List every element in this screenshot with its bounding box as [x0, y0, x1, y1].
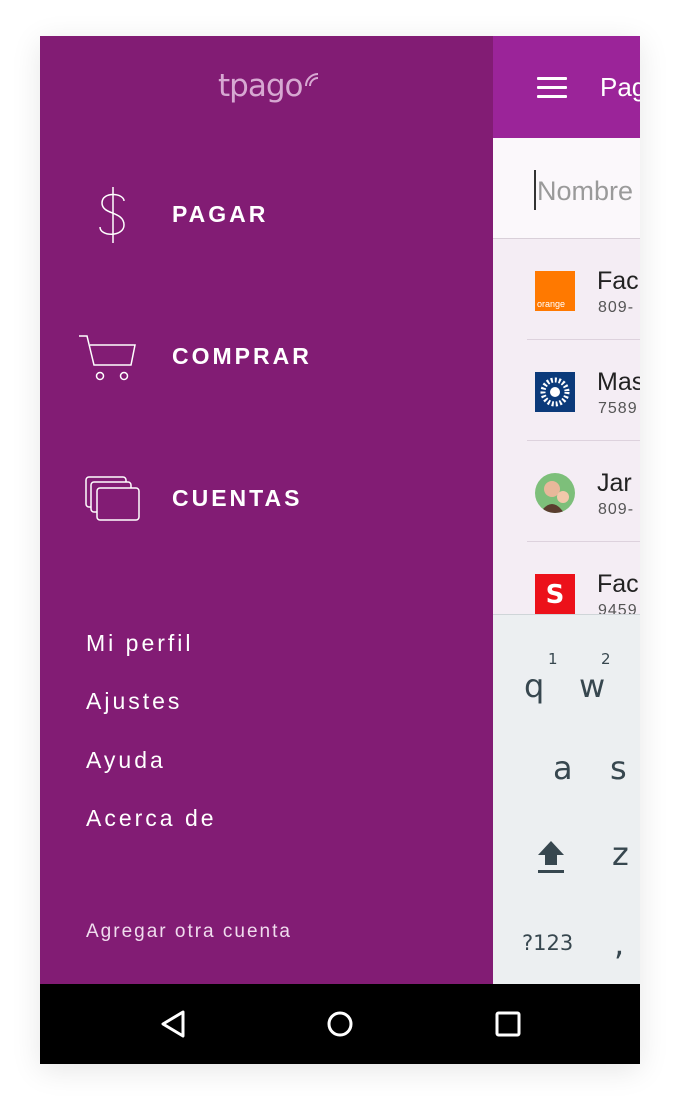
scotiabank-logo: S — [535, 574, 575, 614]
key-hint: 2 — [601, 650, 611, 668]
nav-item-label: COMPRAR — [172, 343, 312, 369]
contact-name: Mas — [597, 368, 640, 396]
contact-row[interactable]: Jar 809- — [527, 441, 640, 542]
on-screen-keyboard: 1 2 q w a s z ?123 , — [493, 614, 640, 984]
contact-name: Jar — [597, 469, 632, 497]
navigation-drawer: tpago PAGAR COMPRAR CUENTAS Mi perfil Aj… — [40, 36, 493, 984]
search-field[interactable]: Nombre — [493, 138, 640, 239]
wireless-icon — [305, 73, 319, 87]
symbols-key[interactable]: ?123 — [522, 931, 573, 955]
contact-row[interactable]: orange Fac 809- — [527, 239, 640, 340]
menu-item-ajustes[interactable]: Ajustes — [86, 688, 182, 715]
svg-text:S: S — [546, 580, 565, 610]
cart-icon — [79, 335, 136, 381]
orange-logo-text: orange — [537, 299, 566, 309]
comma-key[interactable]: , — [614, 925, 624, 963]
nav-item-label: CUENTAS — [172, 485, 303, 511]
key-s[interactable]: s — [610, 749, 627, 787]
menu-item-ayuda[interactable]: Ayuda — [86, 747, 166, 774]
menu-item-acerca-de[interactable]: Acerca de — [86, 805, 217, 832]
key-z[interactable]: z — [612, 835, 629, 873]
search-placeholder: Nombre — [537, 176, 634, 206]
contact-name: Fac — [597, 267, 639, 295]
nav-item-comprar[interactable]: COMPRAR — [40, 311, 493, 401]
key-q[interactable]: q — [524, 667, 544, 705]
avatar — [535, 473, 575, 513]
contact-row[interactable]: Mas 7589 — [527, 340, 640, 441]
nav-item-cuentas[interactable]: CUENTAS — [40, 453, 493, 543]
add-account-link[interactable]: Agregar otra cuenta — [86, 921, 292, 943]
shift-icon[interactable] — [536, 839, 566, 875]
text-cursor — [534, 170, 536, 210]
nav-item-label: PAGAR — [172, 201, 269, 227]
recents-icon[interactable] — [488, 1004, 528, 1044]
contact-number: 809- — [598, 299, 635, 316]
dollar-icon — [99, 187, 125, 243]
contact-number: 809- — [598, 501, 635, 518]
app-title: Pagar — [600, 72, 640, 102]
bank-logo — [535, 372, 575, 412]
contact-number: 7589 — [598, 400, 638, 417]
phone-screen: Pagar Nombre orange Fac 809- Mas 7589 — [40, 36, 640, 1064]
key-w[interactable]: w — [579, 667, 605, 705]
orange-logo: orange — [535, 271, 575, 311]
app-bar: Pagar — [493, 36, 640, 138]
payment-screen: Pagar Nombre orange Fac 809- Mas 7589 — [493, 36, 640, 984]
key-hint: 1 — [548, 650, 558, 668]
menu-icon[interactable] — [537, 77, 567, 99]
home-icon[interactable] — [320, 1004, 360, 1044]
back-icon[interactable] — [153, 1004, 193, 1044]
system-navigation-bar — [40, 984, 640, 1064]
key-a[interactable]: a — [553, 749, 573, 787]
contact-name: Fac — [597, 570, 639, 598]
nav-item-pagar[interactable]: PAGAR — [40, 169, 493, 259]
cards-icon — [85, 476, 140, 521]
brand-logo: tpago — [218, 68, 303, 104]
menu-item-mi-perfil[interactable]: Mi perfil — [86, 630, 194, 657]
